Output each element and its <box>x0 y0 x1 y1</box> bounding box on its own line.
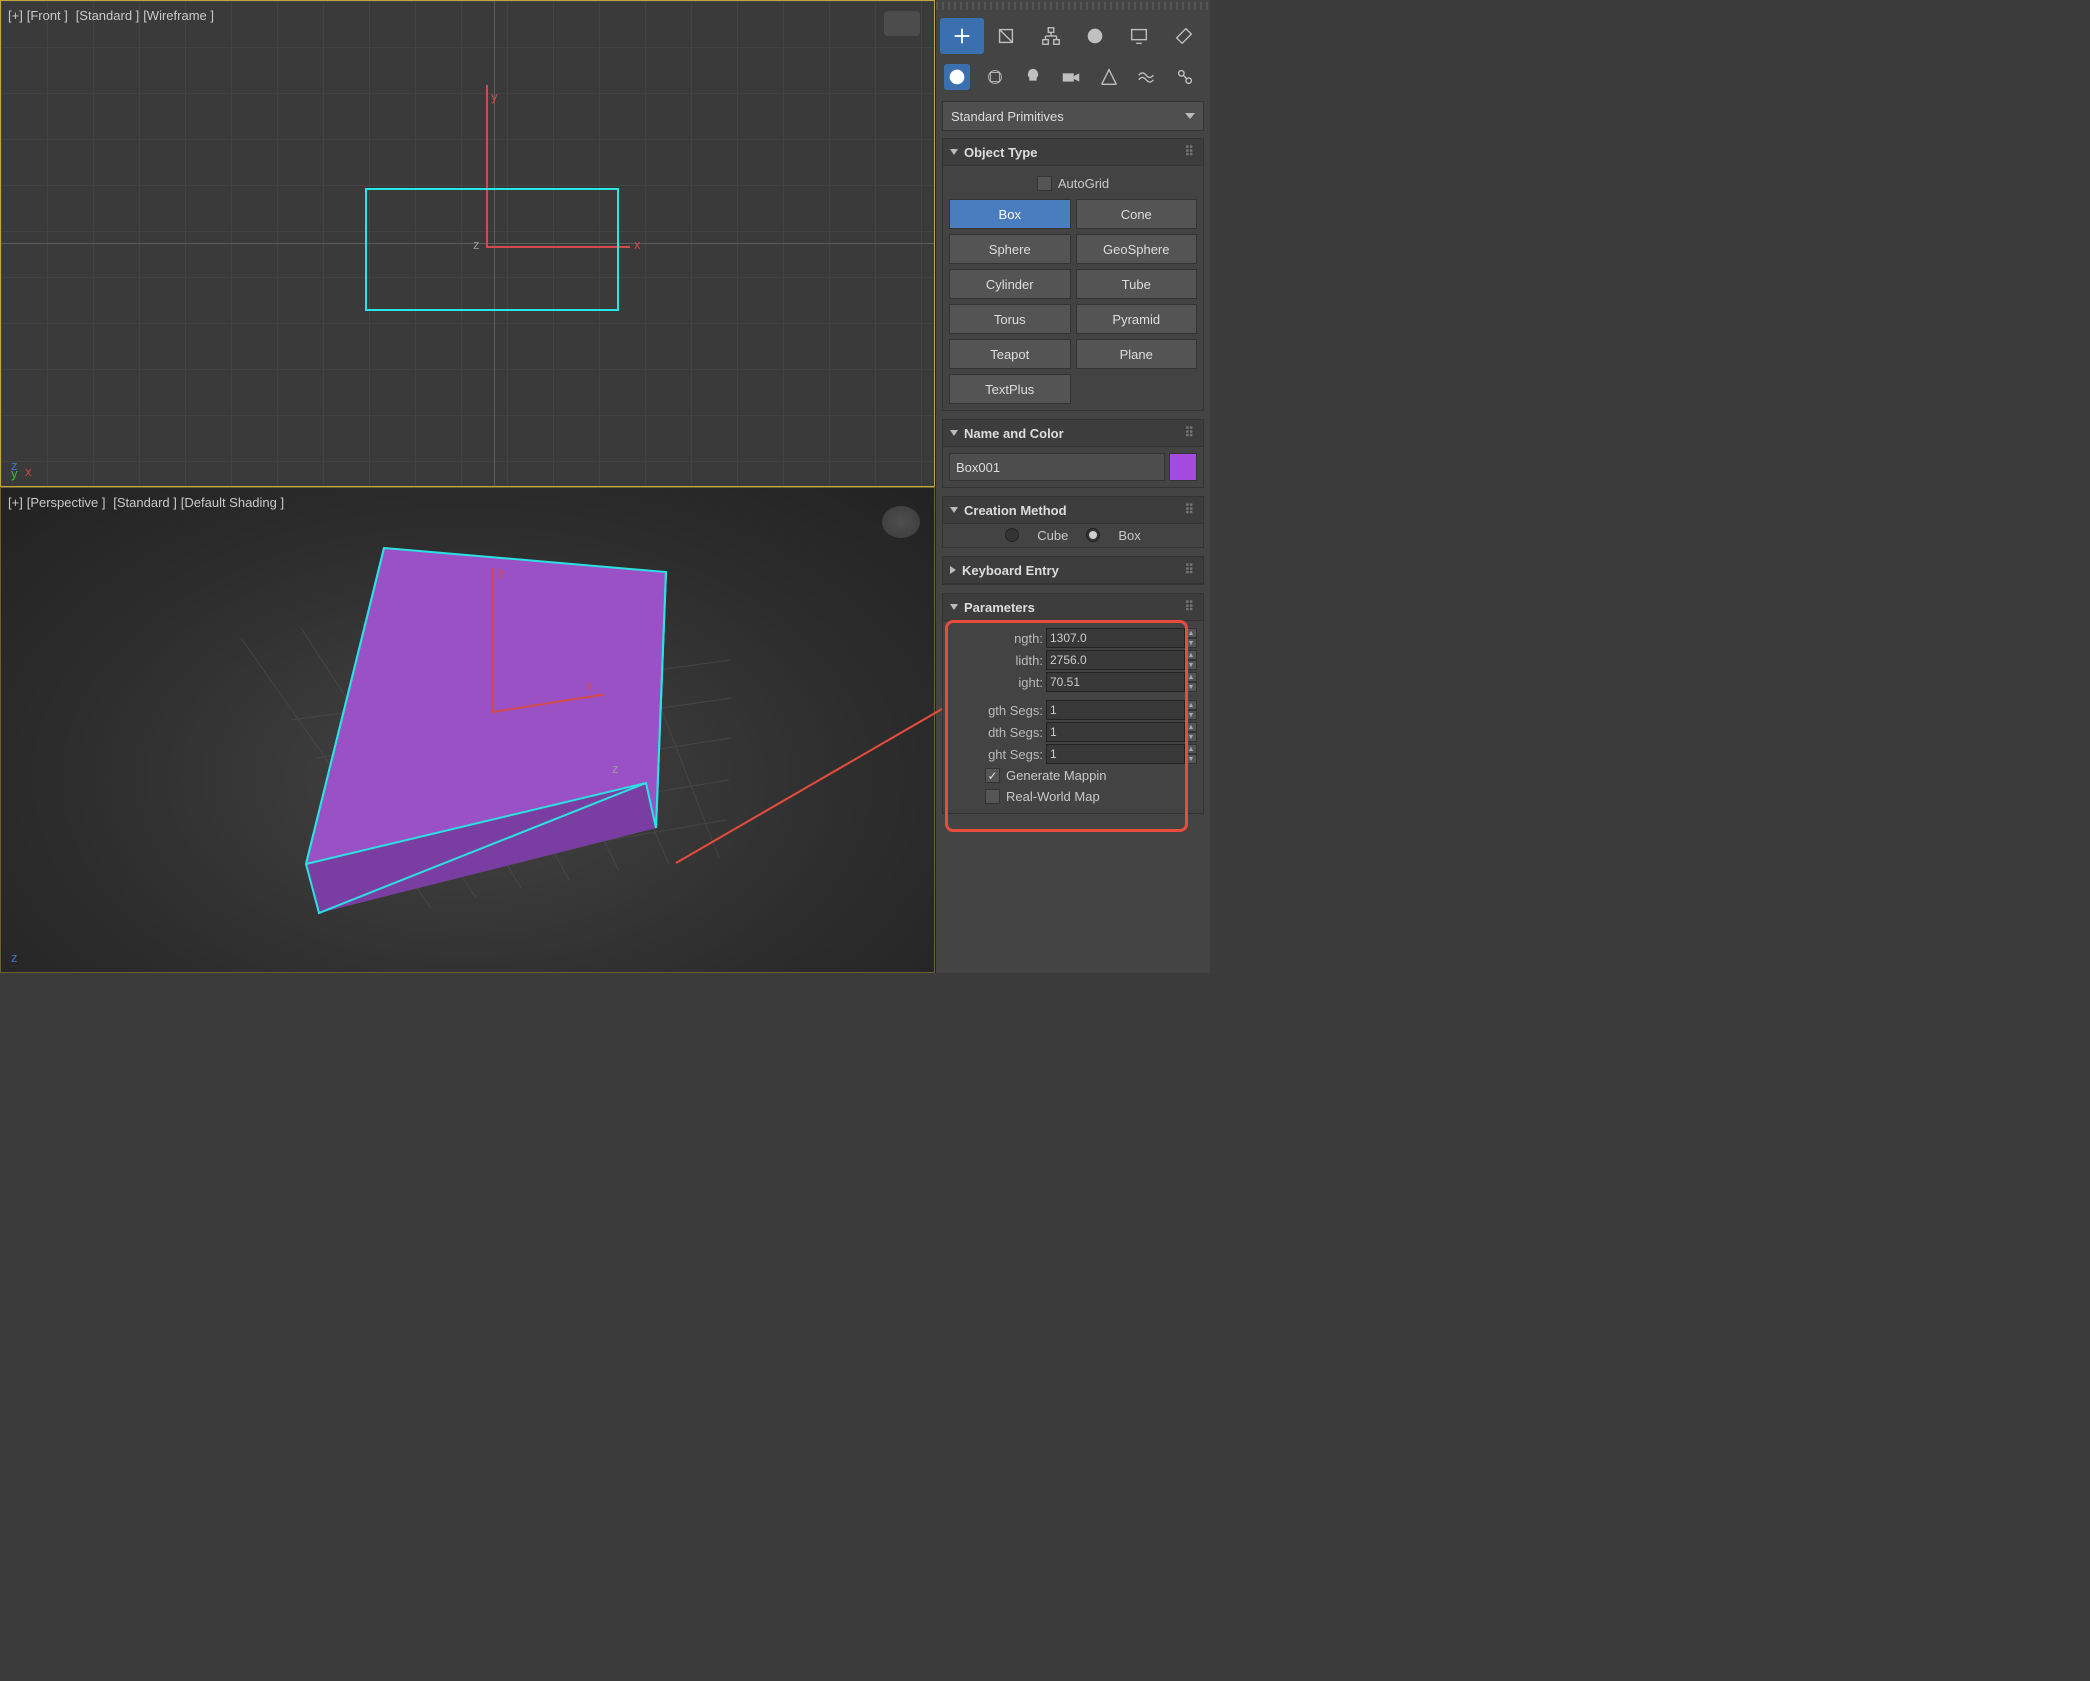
rollout-keyboard-entry-header[interactable]: Keyboard Entry⠿ <box>943 557 1203 584</box>
rollout-object-type: Object Type⠿ AutoGrid BoxConeSphereGeoSp… <box>942 138 1204 411</box>
spinner-up-icon[interactable]: ▲ <box>1185 700 1197 710</box>
spinner-down-icon[interactable]: ▼ <box>1185 660 1197 670</box>
lights-icon[interactable] <box>1020 64 1046 90</box>
persp-y-axis <box>491 568 493 713</box>
object-color-swatch[interactable] <box>1169 453 1197 481</box>
object-type-teapot[interactable]: Teapot <box>949 339 1071 369</box>
spacewarps-icon[interactable] <box>1134 64 1160 90</box>
hierarchy-tab-icon[interactable] <box>1029 18 1073 54</box>
generate-mapping-checkbox[interactable] <box>985 768 1000 783</box>
spinner-down-icon[interactable]: ▼ <box>1185 638 1197 648</box>
command-panel: Standard Primitives Object Type⠿ AutoGri… <box>935 0 1210 973</box>
param-lsegs-input[interactable] <box>1046 700 1185 720</box>
param-width-label: lidth: <box>971 653 1043 668</box>
viewcube-persp-icon[interactable] <box>882 506 920 538</box>
spinner-up-icon[interactable]: ▲ <box>1185 672 1197 682</box>
param-height-label: ight: <box>971 675 1043 690</box>
spinner-down-icon[interactable]: ▼ <box>1185 710 1197 720</box>
param-wsegs-label: dth Segs: <box>971 725 1043 740</box>
create-tab-icon[interactable] <box>940 18 984 54</box>
object-type-torus[interactable]: Torus <box>949 304 1071 334</box>
spinner-down-icon[interactable]: ▼ <box>1185 682 1197 692</box>
rollout-name-color: Name and Color⠿ <box>942 419 1204 488</box>
radio-cube-label: Cube <box>1037 528 1068 543</box>
helpers-icon[interactable] <box>1096 64 1122 90</box>
viewport-persp-label[interactable]: [+] [Perspective ] [Standard ] [Default … <box>8 494 284 510</box>
viewport-front-label[interactable]: [+] [Front ] [Standard ] [Wireframe ] <box>8 7 214 23</box>
param-length-label: ngth: <box>971 631 1043 646</box>
shapes-icon[interactable] <box>982 64 1008 90</box>
rollout-parameters: Parameters⠿ ngth:▲▼ lidth:▲▼ ight:▲▼ gth… <box>942 593 1204 814</box>
radio-cube[interactable] <box>1005 528 1019 542</box>
modify-tab-icon[interactable] <box>984 18 1028 54</box>
autogrid-label: AutoGrid <box>1058 176 1109 191</box>
persp-y-label: y <box>498 564 505 579</box>
param-length-input[interactable] <box>1046 628 1185 648</box>
rollout-keyboard-entry: Keyboard Entry⠿ <box>942 556 1204 585</box>
object-type-cylinder[interactable]: Cylinder <box>949 269 1071 299</box>
wireframe-box[interactable] <box>365 188 619 311</box>
autogrid-checkbox[interactable] <box>1037 176 1052 191</box>
rollout-object-type-header[interactable]: Object Type⠿ <box>943 139 1203 166</box>
display-tab-icon[interactable] <box>1117 18 1161 54</box>
cameras-icon[interactable] <box>1058 64 1084 90</box>
rollout-parameters-header[interactable]: Parameters⠿ <box>943 594 1203 621</box>
viewport-perspective[interactable]: [+] [Perspective ] [Standard ] [Default … <box>0 487 935 974</box>
real-world-label: Real-World Map <box>1006 789 1100 804</box>
rollout-creation-method: Creation Method⠿ Cube Box <box>942 496 1204 548</box>
object-name-input[interactable] <box>949 453 1165 481</box>
param-hsegs-label: ght Segs: <box>971 747 1043 762</box>
object-type-plane[interactable]: Plane <box>1076 339 1198 369</box>
spinner-down-icon[interactable]: ▼ <box>1185 732 1197 742</box>
persp-z-label: z <box>612 761 619 776</box>
systems-icon[interactable] <box>1172 64 1198 90</box>
utilities-tab-icon[interactable] <box>1162 18 1206 54</box>
persp-x-label: x <box>586 678 593 693</box>
panel-grip[interactable] <box>936 2 1210 10</box>
object-type-cone[interactable]: Cone <box>1076 199 1198 229</box>
command-panel-tabs <box>936 12 1210 60</box>
geometry-icon[interactable] <box>944 64 970 90</box>
axis-tripod-front: z y x <box>11 460 32 478</box>
param-width-input[interactable] <box>1046 650 1185 670</box>
object-type-geosphere[interactable]: GeoSphere <box>1076 234 1198 264</box>
radio-box[interactable] <box>1086 528 1100 542</box>
object-type-box[interactable]: Box <box>949 199 1071 229</box>
spinner-up-icon[interactable]: ▲ <box>1185 628 1197 638</box>
spinner-down-icon[interactable]: ▼ <box>1185 754 1197 764</box>
shaded-box[interactable] <box>296 543 696 943</box>
object-type-pyramid[interactable]: Pyramid <box>1076 304 1198 334</box>
object-type-textplus[interactable]: TextPlus <box>949 374 1071 404</box>
param-height-input[interactable] <box>1046 672 1185 692</box>
object-type-tube[interactable]: Tube <box>1076 269 1198 299</box>
spinner-up-icon[interactable]: ▲ <box>1185 722 1197 732</box>
object-type-sphere[interactable]: Sphere <box>949 234 1071 264</box>
param-wsegs-input[interactable] <box>1046 722 1185 742</box>
primitives-dropdown[interactable]: Standard Primitives <box>942 101 1204 131</box>
create-category-row <box>936 60 1210 98</box>
radio-box-label: Box <box>1118 528 1140 543</box>
param-lsegs-label: gth Segs: <box>971 703 1043 718</box>
viewcube-icon[interactable] <box>884 11 920 36</box>
rollout-creation-method-header[interactable]: Creation Method⠿ <box>943 497 1203 524</box>
generate-mapping-label: Generate Mappin <box>1006 768 1106 783</box>
axis-tripod-persp: z <box>11 952 18 964</box>
rollout-name-color-header[interactable]: Name and Color⠿ <box>943 420 1203 447</box>
motion-tab-icon[interactable] <box>1073 18 1117 54</box>
spinner-up-icon[interactable]: ▲ <box>1185 650 1197 660</box>
spinner-up-icon[interactable]: ▲ <box>1185 744 1197 754</box>
param-hsegs-input[interactable] <box>1046 744 1185 764</box>
viewport-front[interactable]: [+] [Front ] [Standard ] [Wireframe ] y … <box>0 0 935 487</box>
real-world-checkbox[interactable] <box>985 789 1000 804</box>
